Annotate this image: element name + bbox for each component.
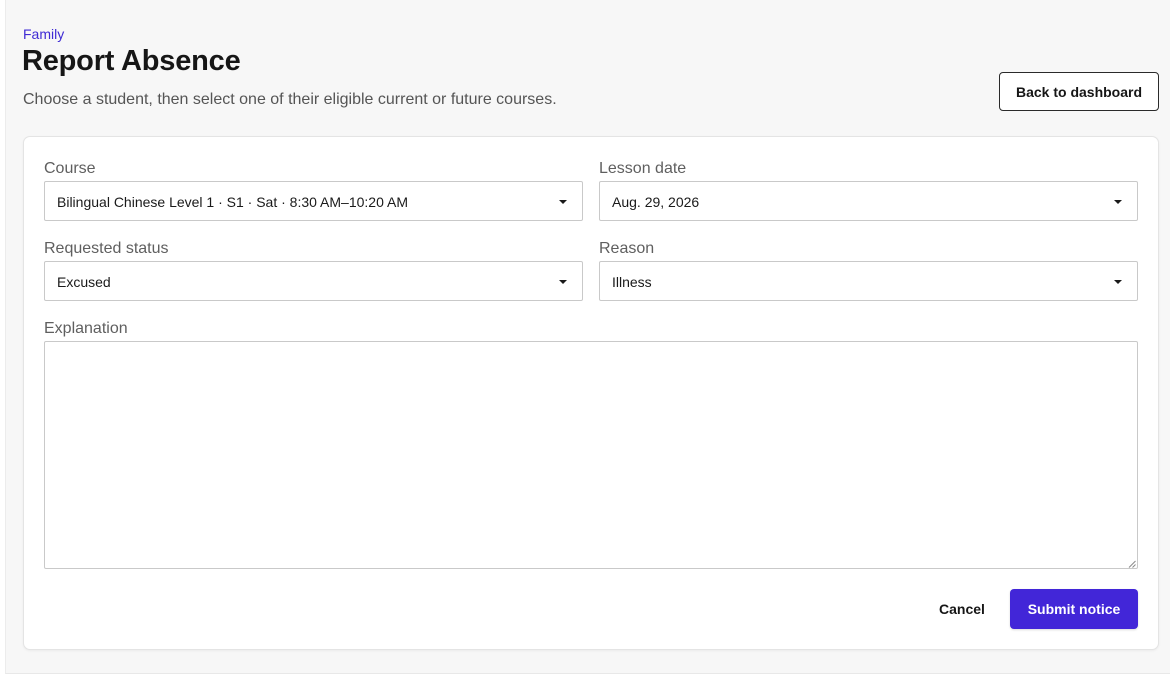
cancel-button[interactable]: Cancel bbox=[926, 589, 998, 629]
lesson-date-select[interactable]: Aug. 29, 2026 bbox=[599, 181, 1138, 221]
absence-form-card: Course Bilingual Chinese Level 1 · S1 · … bbox=[23, 136, 1159, 650]
page-title: Report Absence bbox=[22, 45, 241, 77]
chevron-down-icon bbox=[559, 200, 567, 204]
back-to-dashboard-button[interactable]: Back to dashboard bbox=[999, 72, 1159, 111]
course-select-value: Bilingual Chinese Level 1 · S1 · Sat · 8… bbox=[57, 194, 408, 210]
chevron-down-icon bbox=[1114, 280, 1122, 284]
chevron-down-icon bbox=[559, 280, 567, 284]
reason-label: Reason bbox=[599, 240, 655, 257]
submit-notice-button[interactable]: Submit notice bbox=[1010, 589, 1138, 629]
page: Family Report Absence Choose a student, … bbox=[5, 0, 1170, 674]
explanation-textarea[interactable] bbox=[44, 341, 1138, 569]
page-subtitle: Choose a student, then select one of the… bbox=[23, 91, 557, 108]
reason-select[interactable]: Illness bbox=[599, 261, 1138, 301]
lesson-date-select-value: Aug. 29, 2026 bbox=[612, 194, 700, 210]
requested-status-label: Requested status bbox=[44, 240, 169, 257]
requested-status-select[interactable]: Excused bbox=[44, 261, 583, 301]
requested-status-select-value: Excused bbox=[57, 274, 111, 290]
section-eyebrow: Family bbox=[23, 26, 65, 42]
course-select[interactable]: Bilingual Chinese Level 1 · S1 · Sat · 8… bbox=[44, 181, 583, 221]
lesson-date-label: Lesson date bbox=[599, 160, 687, 177]
course-label: Course bbox=[44, 160, 96, 177]
explanation-label: Explanation bbox=[44, 320, 128, 337]
chevron-down-icon bbox=[1114, 200, 1122, 204]
reason-select-value: Illness bbox=[612, 274, 652, 290]
resize-grip-icon[interactable] bbox=[1128, 560, 1136, 568]
